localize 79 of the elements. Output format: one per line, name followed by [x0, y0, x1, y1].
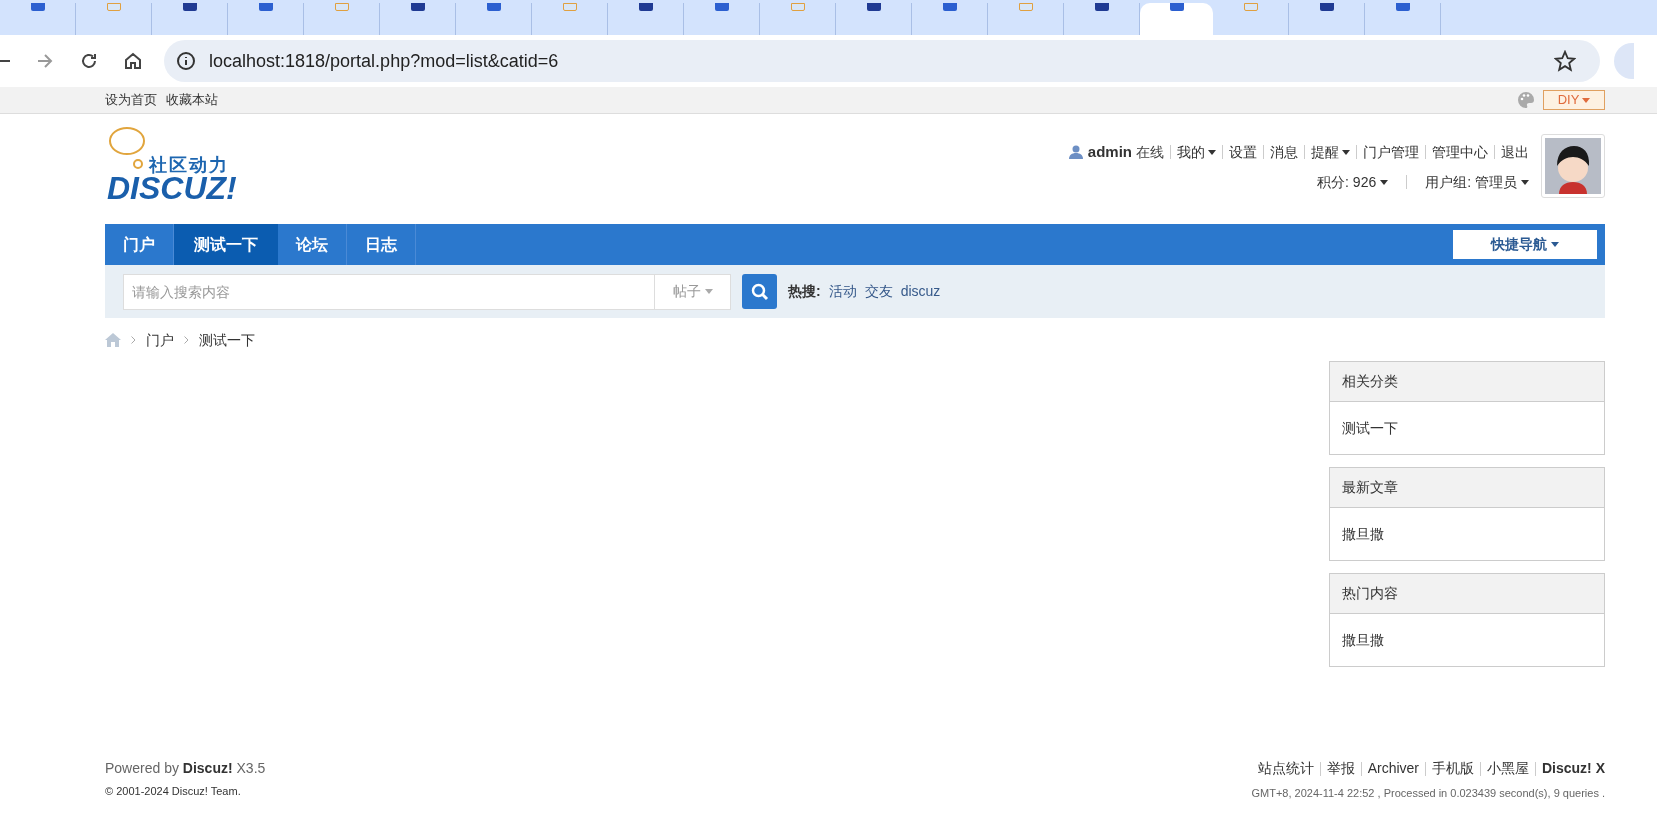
favicon-icon — [638, 3, 653, 11]
panel-link[interactable]: 撒旦撒 — [1342, 629, 1384, 651]
info-icon[interactable] — [176, 51, 196, 71]
user-avatar[interactable] — [1541, 134, 1605, 198]
user-menu-link[interactable]: 提醒 — [1311, 141, 1350, 163]
breadcrumb-link[interactable]: 测试一下 — [199, 329, 255, 351]
caret-icon — [1521, 179, 1529, 185]
online-status: 在线 — [1136, 142, 1164, 162]
favicon-icon — [1243, 3, 1258, 11]
caret-icon — [1380, 179, 1389, 185]
forward-icon[interactable] — [36, 52, 54, 70]
search-icon — [750, 282, 769, 301]
user-menu-link[interactable]: 消息 — [1270, 141, 1298, 163]
favicon-icon — [1018, 3, 1033, 11]
hot-search-link[interactable]: discuz — [900, 281, 941, 302]
favicon-icon — [790, 3, 805, 11]
star-icon[interactable] — [1554, 50, 1576, 72]
favicon-icon — [866, 3, 881, 11]
user-menu-link[interactable]: 退出 — [1501, 141, 1529, 163]
favicon-icon — [942, 3, 957, 11]
favicon-icon — [562, 3, 577, 11]
user-menu-link[interactable]: 管理中心 — [1432, 141, 1488, 163]
favicon-icon — [1319, 3, 1334, 11]
copyright-text: © 2001-2024 Discuz! Team. — [105, 784, 242, 799]
user-menu-link[interactable]: 我的 — [1177, 141, 1216, 163]
browser-tab[interactable] — [1140, 3, 1213, 35]
processing-stats-text: GMT+8, 2024-11-4 22:52 , Processed in 0.023439 second(s), 9 queries . — [1251, 786, 1605, 801]
chevron-icon — [131, 336, 136, 344]
search-field[interactable]: 请输入搜索内容 — [123, 273, 655, 310]
favicon-icon — [1395, 3, 1410, 11]
caret-icon — [1582, 97, 1591, 103]
footer-link[interactable]: 站点统计 — [1257, 758, 1314, 779]
nav-tab[interactable]: 测试一下 — [174, 224, 278, 265]
credits-link[interactable]: 积分: 926 — [1317, 171, 1389, 193]
footer-link[interactable]: 手机版 — [1432, 758, 1474, 779]
chevron-icon — [184, 336, 189, 344]
caret-icon — [704, 289, 713, 294]
username-link[interactable]: admin — [1087, 140, 1132, 164]
panel-title: 热门内容 — [1330, 574, 1604, 614]
quick-nav-button[interactable]: 快捷导航 — [1453, 230, 1597, 259]
breadcrumb-link[interactable]: 门户 — [146, 329, 174, 351]
address-bar[interactable]: localhost:1818/portal.php?mod=list&catid=6 — [164, 40, 1600, 82]
caret-icon — [1551, 242, 1559, 247]
caret-icon — [1342, 149, 1350, 155]
favicon-icon — [1094, 3, 1109, 11]
user-menu-link[interactable]: 设置 — [1229, 141, 1257, 163]
favicon-icon — [486, 3, 501, 11]
discuz-logo[interactable]: 社区动力 DISCUZ! — [105, 126, 265, 214]
user-group-link[interactable]: 用户组: 管理员 — [1425, 171, 1529, 193]
top-link[interactable]: 收藏本站 — [166, 90, 218, 110]
favicon-icon — [334, 3, 349, 11]
url-text: localhost:1818/portal.php?mod=list&catid=6 — [209, 49, 559, 73]
footer-link[interactable]: Archiver — [1367, 758, 1419, 779]
hot-search-label: 热搜: — [788, 282, 821, 301]
panel-link[interactable]: 测试一下 — [1342, 417, 1398, 439]
palette-icon[interactable] — [1517, 91, 1535, 109]
footer-link[interactable]: 举报 — [1326, 758, 1355, 779]
powered-by-text: Powered by Discuz! X3.5 — [105, 759, 266, 778]
hot-search-link[interactable]: 活动 — [828, 281, 857, 302]
hot-search-link[interactable]: 交友 — [864, 281, 893, 302]
user-menu-link[interactable]: 门户管理 — [1363, 141, 1419, 163]
favicon-icon — [182, 3, 197, 11]
footer-brand-link[interactable]: Discuz! X — [1542, 758, 1605, 779]
favicon-icon — [258, 3, 273, 11]
home-icon[interactable] — [124, 52, 142, 70]
reload-icon[interactable] — [80, 52, 98, 70]
favicon-icon — [30, 3, 45, 11]
favicon-icon — [714, 3, 729, 11]
panel-link[interactable]: 撒旦撒 — [1342, 523, 1384, 545]
favicon-icon — [410, 3, 425, 11]
favicon-icon — [1169, 3, 1184, 11]
panel-title: 最新文章 — [1330, 468, 1604, 508]
panel-title: 相关分类 — [1330, 362, 1604, 402]
top-link[interactable]: 设为首页 — [105, 90, 157, 110]
favicon-icon — [106, 3, 121, 11]
footer-link[interactable]: 小黑屋 — [1487, 758, 1529, 779]
user-icon — [1068, 145, 1083, 159]
caret-icon — [1208, 149, 1216, 155]
search-button[interactable] — [742, 274, 777, 309]
